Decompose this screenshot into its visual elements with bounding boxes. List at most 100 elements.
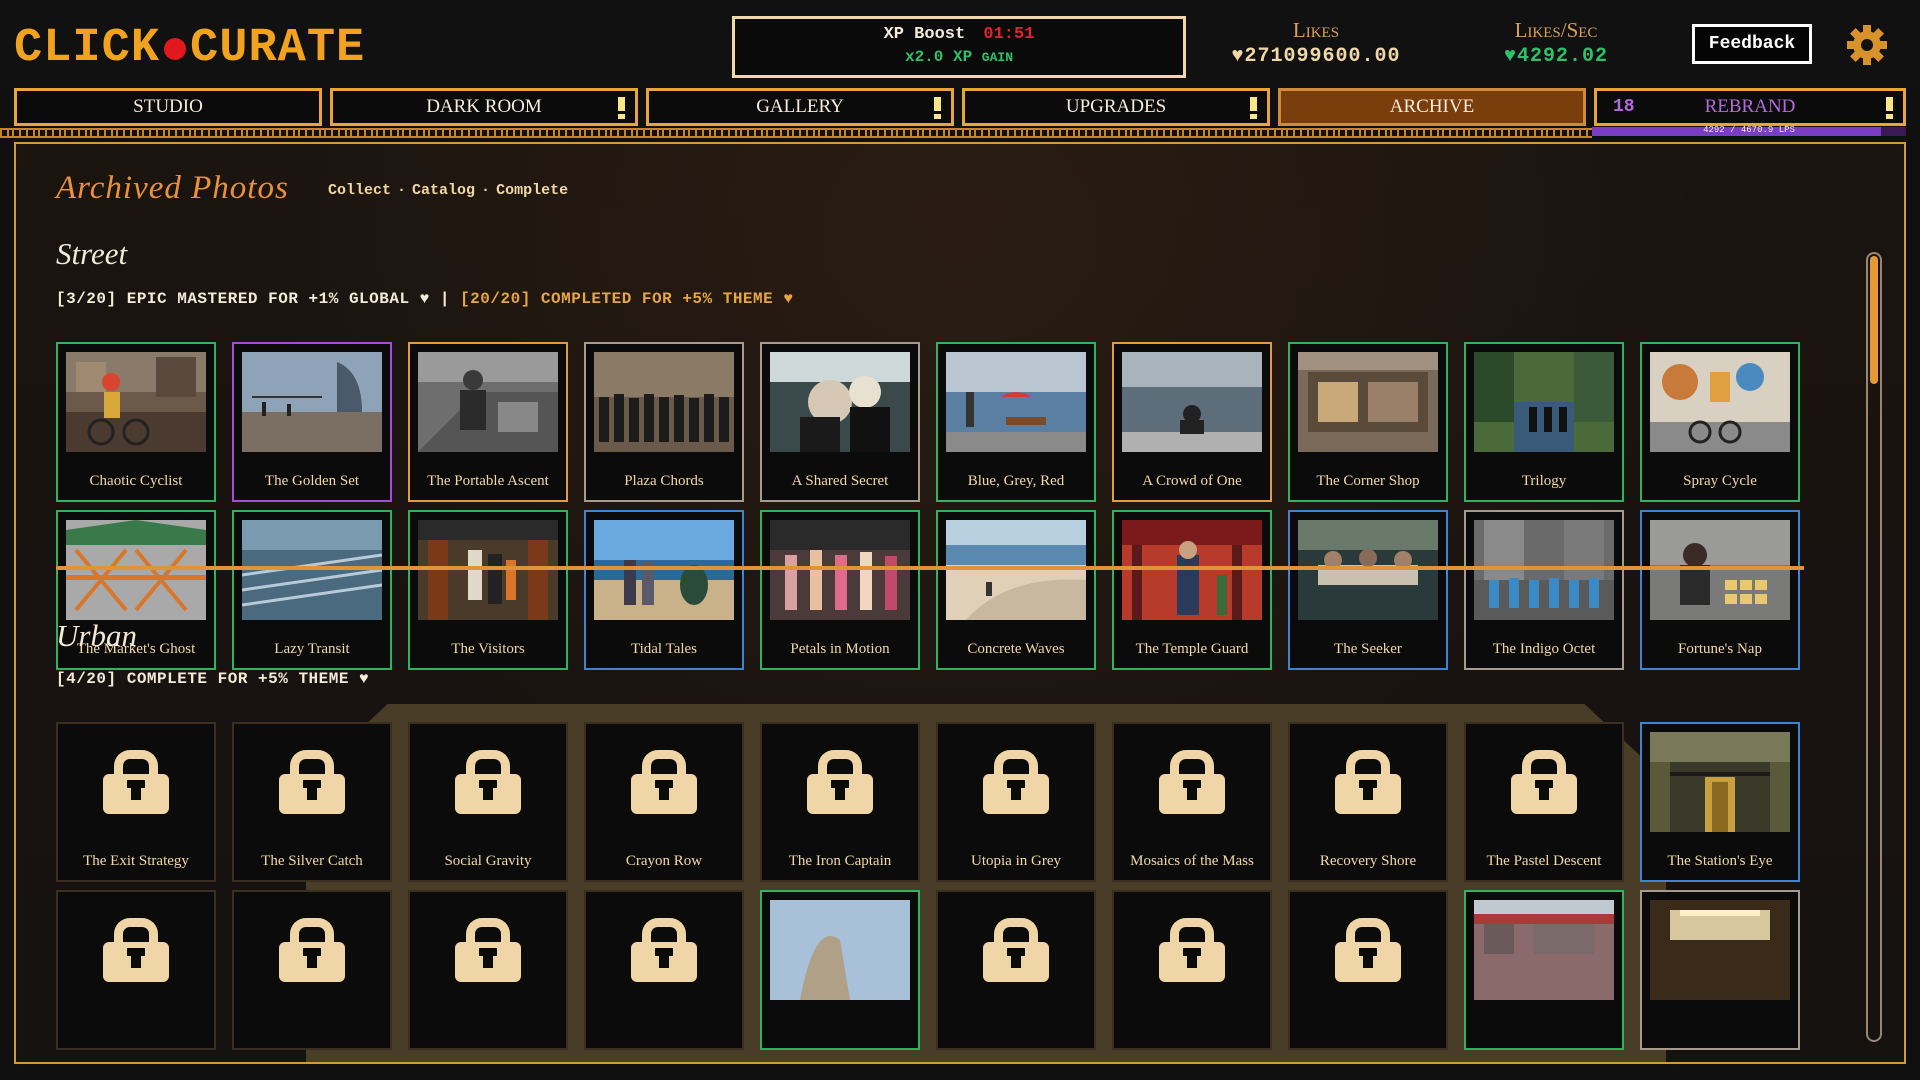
subnav-complete[interactable]: Complete [496, 182, 568, 199]
photo-title: The Seeker [1334, 641, 1402, 657]
photo-title: Fortune's Nap [1678, 641, 1762, 657]
stats-completed: [20/20] COMPLETED FOR +5% THEME ♥ [460, 290, 794, 308]
photo-card[interactable]: The Visitors [408, 510, 568, 670]
likes-per-sec-label: Likes/Sec [1514, 18, 1598, 42]
subnav-catalog[interactable]: Catalog [412, 182, 475, 199]
tab-label: STUDIO [133, 96, 203, 117]
photo-title: The Visitors [451, 641, 525, 657]
photo-card[interactable] [760, 890, 920, 1050]
alert-icon [1250, 97, 1257, 119]
likes-counter: Likes ♥271099600.00 [1228, 18, 1404, 68]
lock-icon [631, 750, 697, 814]
photo-card-locked[interactable] [408, 890, 568, 1050]
photo-card-locked[interactable]: The Silver Catch [232, 722, 392, 882]
logo-word-click: CLICK [14, 22, 161, 75]
photo-title: The Silver Catch [261, 853, 363, 869]
photo-card[interactable]: Fortune's Nap [1640, 510, 1800, 670]
photo-card[interactable]: Blue, Grey, Red [936, 342, 1096, 502]
tab-gallery[interactable]: GALLERY [646, 88, 954, 126]
urban-photo-grid: The Exit Strategy The Silver Catch Socia… [56, 722, 1806, 1050]
photo-card[interactable]: Petals in Motion [760, 510, 920, 670]
photo-card[interactable]: A Shared Secret [760, 342, 920, 502]
tab-upgrades[interactable]: UPGRADES [962, 88, 1270, 126]
photo-thumbnail [242, 352, 382, 452]
xp-gain-value: x2.0 XP [904, 48, 973, 66]
photo-card[interactable] [1464, 890, 1624, 1050]
tab-archive[interactable]: ARCHIVE [1278, 88, 1586, 126]
photo-card[interactable]: A Crowd of One [1112, 342, 1272, 502]
photo-thumbnail [770, 352, 910, 452]
photo-card[interactable]: Tidal Tales [584, 510, 744, 670]
photo-thumbnail [1650, 520, 1790, 620]
photo-card-locked[interactable] [584, 890, 744, 1050]
photo-title: The Portable Ascent [427, 473, 549, 489]
photo-card-locked[interactable] [1112, 890, 1272, 1050]
photo-card-locked[interactable] [56, 890, 216, 1050]
photo-title: Chaotic Cyclist [89, 473, 183, 489]
photo-card[interactable]: The Seeker [1288, 510, 1448, 670]
photo-card-locked[interactable]: Utopia in Grey [936, 722, 1096, 882]
logo-word-curate: CURATE [190, 22, 366, 75]
photo-title: Tidal Tales [630, 641, 698, 657]
rebrand-progress-text: 4292 / 4670.9 LPS [1703, 125, 1795, 135]
photo-card[interactable]: Concrete Waves [936, 510, 1096, 670]
photo-card-locked[interactable]: The Iron Captain [760, 722, 920, 882]
tab-studio[interactable]: STUDIO [14, 88, 322, 126]
page-title: Archived Photos [56, 170, 289, 206]
photo-card-locked[interactable]: Mosaics of the Mass [1112, 722, 1272, 882]
subnav-collect[interactable]: Collect [328, 182, 391, 199]
photo-card[interactable]: The Station's Eye [1640, 722, 1800, 882]
photo-card[interactable]: Plaza Chords [584, 342, 744, 502]
lock-icon [983, 750, 1049, 814]
section-stats-street: [3/20] EPIC MASTERED FOR +1% GLOBAL ♥ | … [56, 290, 793, 308]
photo-card[interactable]: Lazy Transit [232, 510, 392, 670]
photo-thumbnail [1650, 732, 1790, 832]
likes-label: Likes [1292, 18, 1340, 42]
tab-dark-room[interactable]: DARK ROOM [330, 88, 638, 126]
archive-subnav: Collect · Catalog · Complete [328, 182, 569, 199]
photo-card-locked[interactable]: Recovery Shore [1288, 722, 1448, 882]
photo-card[interactable]: The Portable Ascent [408, 342, 568, 502]
photo-thumbnail [770, 520, 910, 620]
game-logo: CLICK CURATE [14, 22, 365, 75]
photo-thumbnail [594, 520, 734, 620]
feedback-button[interactable]: Feedback [1692, 24, 1812, 64]
tab-rebrand[interactable]: 18 REBRAND [1594, 88, 1906, 126]
tab-label: ARCHIVE [1389, 96, 1475, 117]
photo-card[interactable]: The Temple Guard [1112, 510, 1272, 670]
photo-thumbnail [66, 352, 206, 452]
photo-card-locked[interactable]: Social Gravity [408, 722, 568, 882]
photo-thumbnail [1650, 352, 1790, 452]
lock-icon [279, 918, 345, 982]
alert-icon [618, 97, 625, 119]
photo-card-locked[interactable]: Crayon Row [584, 722, 744, 882]
photo-thumbnail [1122, 352, 1262, 452]
gear-icon[interactable] [1846, 24, 1888, 66]
photo-card-locked[interactable] [936, 890, 1096, 1050]
archive-scrollbar[interactable] [1866, 252, 1882, 1042]
photo-title: Spray Cycle [1683, 473, 1757, 489]
photo-title: Utopia in Grey [971, 853, 1061, 869]
photo-card[interactable]: The Corner Shop [1288, 342, 1448, 502]
photo-card[interactable]: Trilogy [1464, 342, 1624, 502]
lock-icon [1335, 918, 1401, 982]
likes-per-sec-value: ♥4292.02 [1503, 45, 1608, 68]
photo-card-locked[interactable] [232, 890, 392, 1050]
photo-card[interactable] [1640, 890, 1800, 1050]
photo-card[interactable]: The Indigo Octet [1464, 510, 1624, 670]
photo-title: The Corner Shop [1316, 473, 1420, 489]
tab-label: GALLERY [756, 96, 844, 117]
photo-card[interactable]: Spray Cycle [1640, 342, 1800, 502]
photo-card-locked[interactable] [1288, 890, 1448, 1050]
photo-card-locked[interactable]: The Pastel Descent [1464, 722, 1624, 882]
xp-boost-timer: 01:51 [983, 25, 1035, 44]
film-strip-divider [0, 128, 1592, 138]
photo-title: A Shared Secret [791, 473, 889, 489]
photo-card-locked[interactable]: The Exit Strategy [56, 722, 216, 882]
scrollbar-thumb[interactable] [1870, 256, 1878, 384]
photo-thumbnail [946, 352, 1086, 452]
photo-card[interactable]: The Golden Set [232, 342, 392, 502]
photo-card[interactable]: Chaotic Cyclist [56, 342, 216, 502]
photo-thumbnail [242, 520, 382, 620]
lock-icon [1159, 750, 1225, 814]
